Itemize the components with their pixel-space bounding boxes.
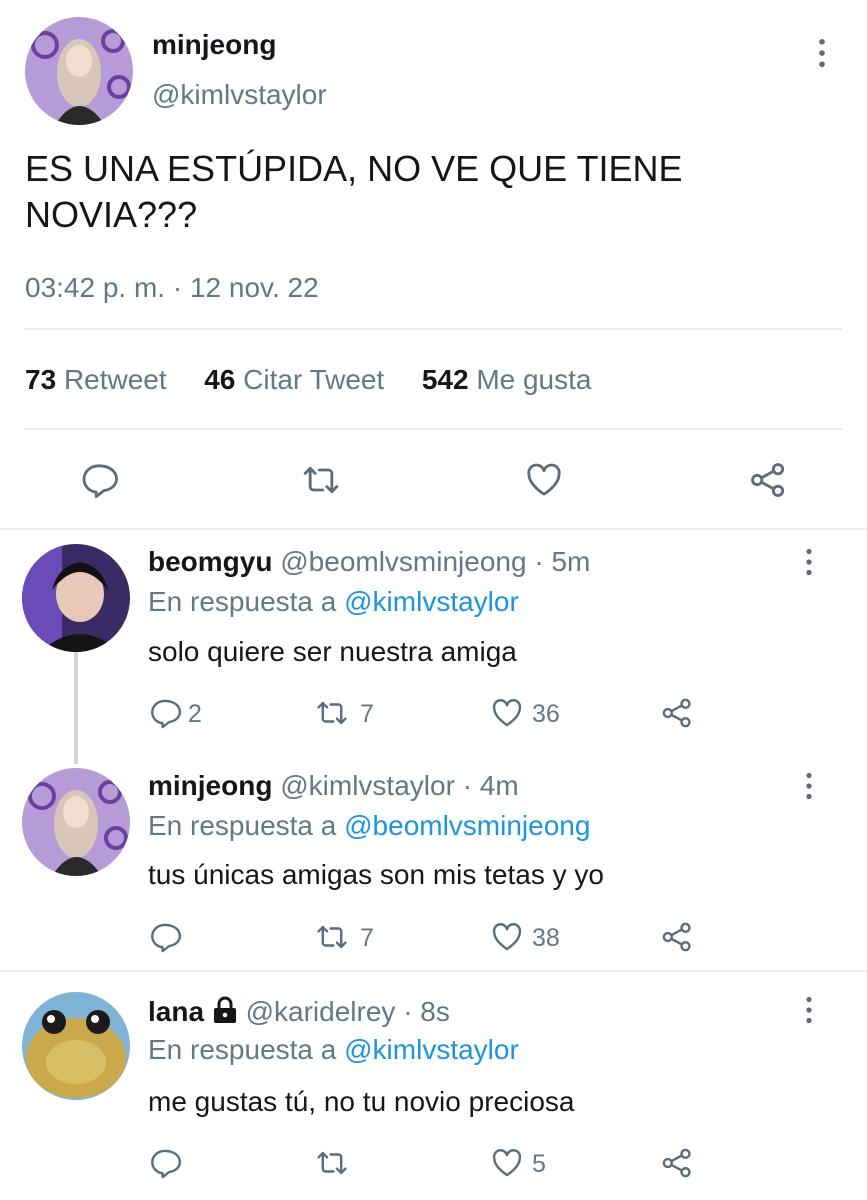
thread-line (74, 652, 78, 764)
likes-count: 38 (532, 924, 560, 952)
quotes-count: 46 (204, 364, 236, 395)
reply-time[interactable]: · 8s (403, 996, 450, 1027)
quotes-stat[interactable]: 46 Citar Tweet (204, 364, 392, 395)
reply-text: me gustas tú, no tu novio preciosa (148, 1086, 575, 1117)
display-name[interactable]: minjeong (152, 29, 276, 61)
likes-label: Me gusta (476, 364, 592, 395)
quotes-label: Citar Tweet (243, 364, 385, 395)
reply-to-prefix: En respuesta a (148, 586, 337, 617)
more-vertical-icon[interactable] (818, 38, 826, 68)
display-name[interactable]: lana (148, 996, 204, 1027)
reply-to-handle[interactable]: @beomlvsminjeong (344, 810, 590, 841)
divider (0, 970, 867, 972)
handle[interactable]: @beomlvsminjeong (280, 546, 526, 577)
likes-count: 36 (532, 700, 560, 728)
retweet-icon[interactable] (314, 696, 350, 730)
handle[interactable]: @kimlvstaylor (280, 770, 455, 801)
likes-count: 5 (532, 1150, 546, 1178)
divider (25, 328, 842, 330)
avatar[interactable] (22, 768, 130, 876)
display-name[interactable]: beomgyu (148, 546, 272, 577)
timestamp[interactable]: 03:42 p. m. · 12 nov. 22 (25, 272, 319, 304)
reply-header: beomgyu @beomlvsminjeong · 5m (148, 546, 590, 578)
reply-icon[interactable] (148, 1146, 182, 1180)
reply-text: solo quiere ser nuestra amiga (148, 636, 517, 667)
replies-count: 2 (188, 700, 202, 728)
tweet-text-line: ES UNA ESTÚPIDA, NO VE QUE TIENE (25, 148, 683, 189)
reply-to-prefix: En respuesta a (148, 810, 337, 841)
reply-to-prefix: En respuesta a (148, 1034, 337, 1065)
reply-time[interactable]: · 4m (463, 770, 519, 801)
display-name[interactable]: minjeong (148, 770, 272, 801)
reply-icon[interactable] (148, 920, 182, 954)
handle[interactable]: @karidelrey (246, 996, 396, 1027)
heart-icon[interactable] (490, 696, 524, 730)
reply-header: lana @karidelrey · 8s (148, 996, 450, 1031)
heart-icon[interactable] (524, 460, 564, 500)
likes-count: 542 (421, 364, 469, 395)
retweets-count: 7 (360, 700, 374, 728)
retweets-stat[interactable]: 73 Retweet (25, 364, 174, 395)
reply-header: minjeong @kimlvstaylor · 4m (148, 770, 519, 802)
tweet-stats: 73 Retweet 46 Citar Tweet 542 Me gusta (25, 364, 591, 396)
divider (0, 528, 867, 530)
lock-icon (212, 996, 238, 1031)
divider (25, 428, 842, 430)
retweet-icon[interactable] (314, 1146, 350, 1180)
retweets-label: Retweet (63, 364, 167, 395)
reply-icon[interactable] (148, 696, 182, 730)
reply-context: En respuesta a @kimlvstaylor (148, 1034, 519, 1066)
share-icon[interactable] (748, 460, 788, 500)
share-icon[interactable] (660, 920, 694, 954)
retweet-icon[interactable] (314, 920, 350, 954)
avatar[interactable] (25, 17, 133, 125)
more-vertical-icon[interactable] (805, 772, 813, 800)
retweets-count: 73 (25, 364, 57, 395)
avatar[interactable] (22, 992, 130, 1100)
reply-to-handle[interactable]: @kimlvstaylor (344, 586, 519, 617)
likes-stat[interactable]: 542 Me gusta (422, 364, 592, 395)
retweets-count: 7 (360, 924, 374, 952)
retweet-icon[interactable] (300, 460, 342, 500)
tweet-text: ES UNA ESTÚPIDA, NO VE QUE TIENE NOVIA??… (25, 146, 683, 238)
reply-to-handle[interactable]: @kimlvstaylor (344, 1034, 519, 1065)
reply-context: En respuesta a @kimlvstaylor (148, 586, 519, 618)
reply-time[interactable]: · 5m (534, 546, 590, 577)
avatar[interactable] (22, 544, 130, 652)
tweet-text-line: NOVIA??? (25, 194, 198, 235)
heart-icon[interactable] (490, 920, 524, 954)
handle[interactable]: @kimlvstaylor (152, 79, 327, 111)
reply-context: En respuesta a @beomlvsminjeong (148, 810, 590, 842)
reply-icon[interactable] (79, 460, 119, 500)
heart-icon[interactable] (490, 1146, 524, 1180)
reply-text: tus únicas amigas son mis tetas y yo (148, 859, 604, 890)
more-vertical-icon[interactable] (805, 996, 813, 1024)
share-icon[interactable] (660, 1146, 694, 1180)
share-icon[interactable] (660, 696, 694, 730)
more-vertical-icon[interactable] (805, 548, 813, 576)
